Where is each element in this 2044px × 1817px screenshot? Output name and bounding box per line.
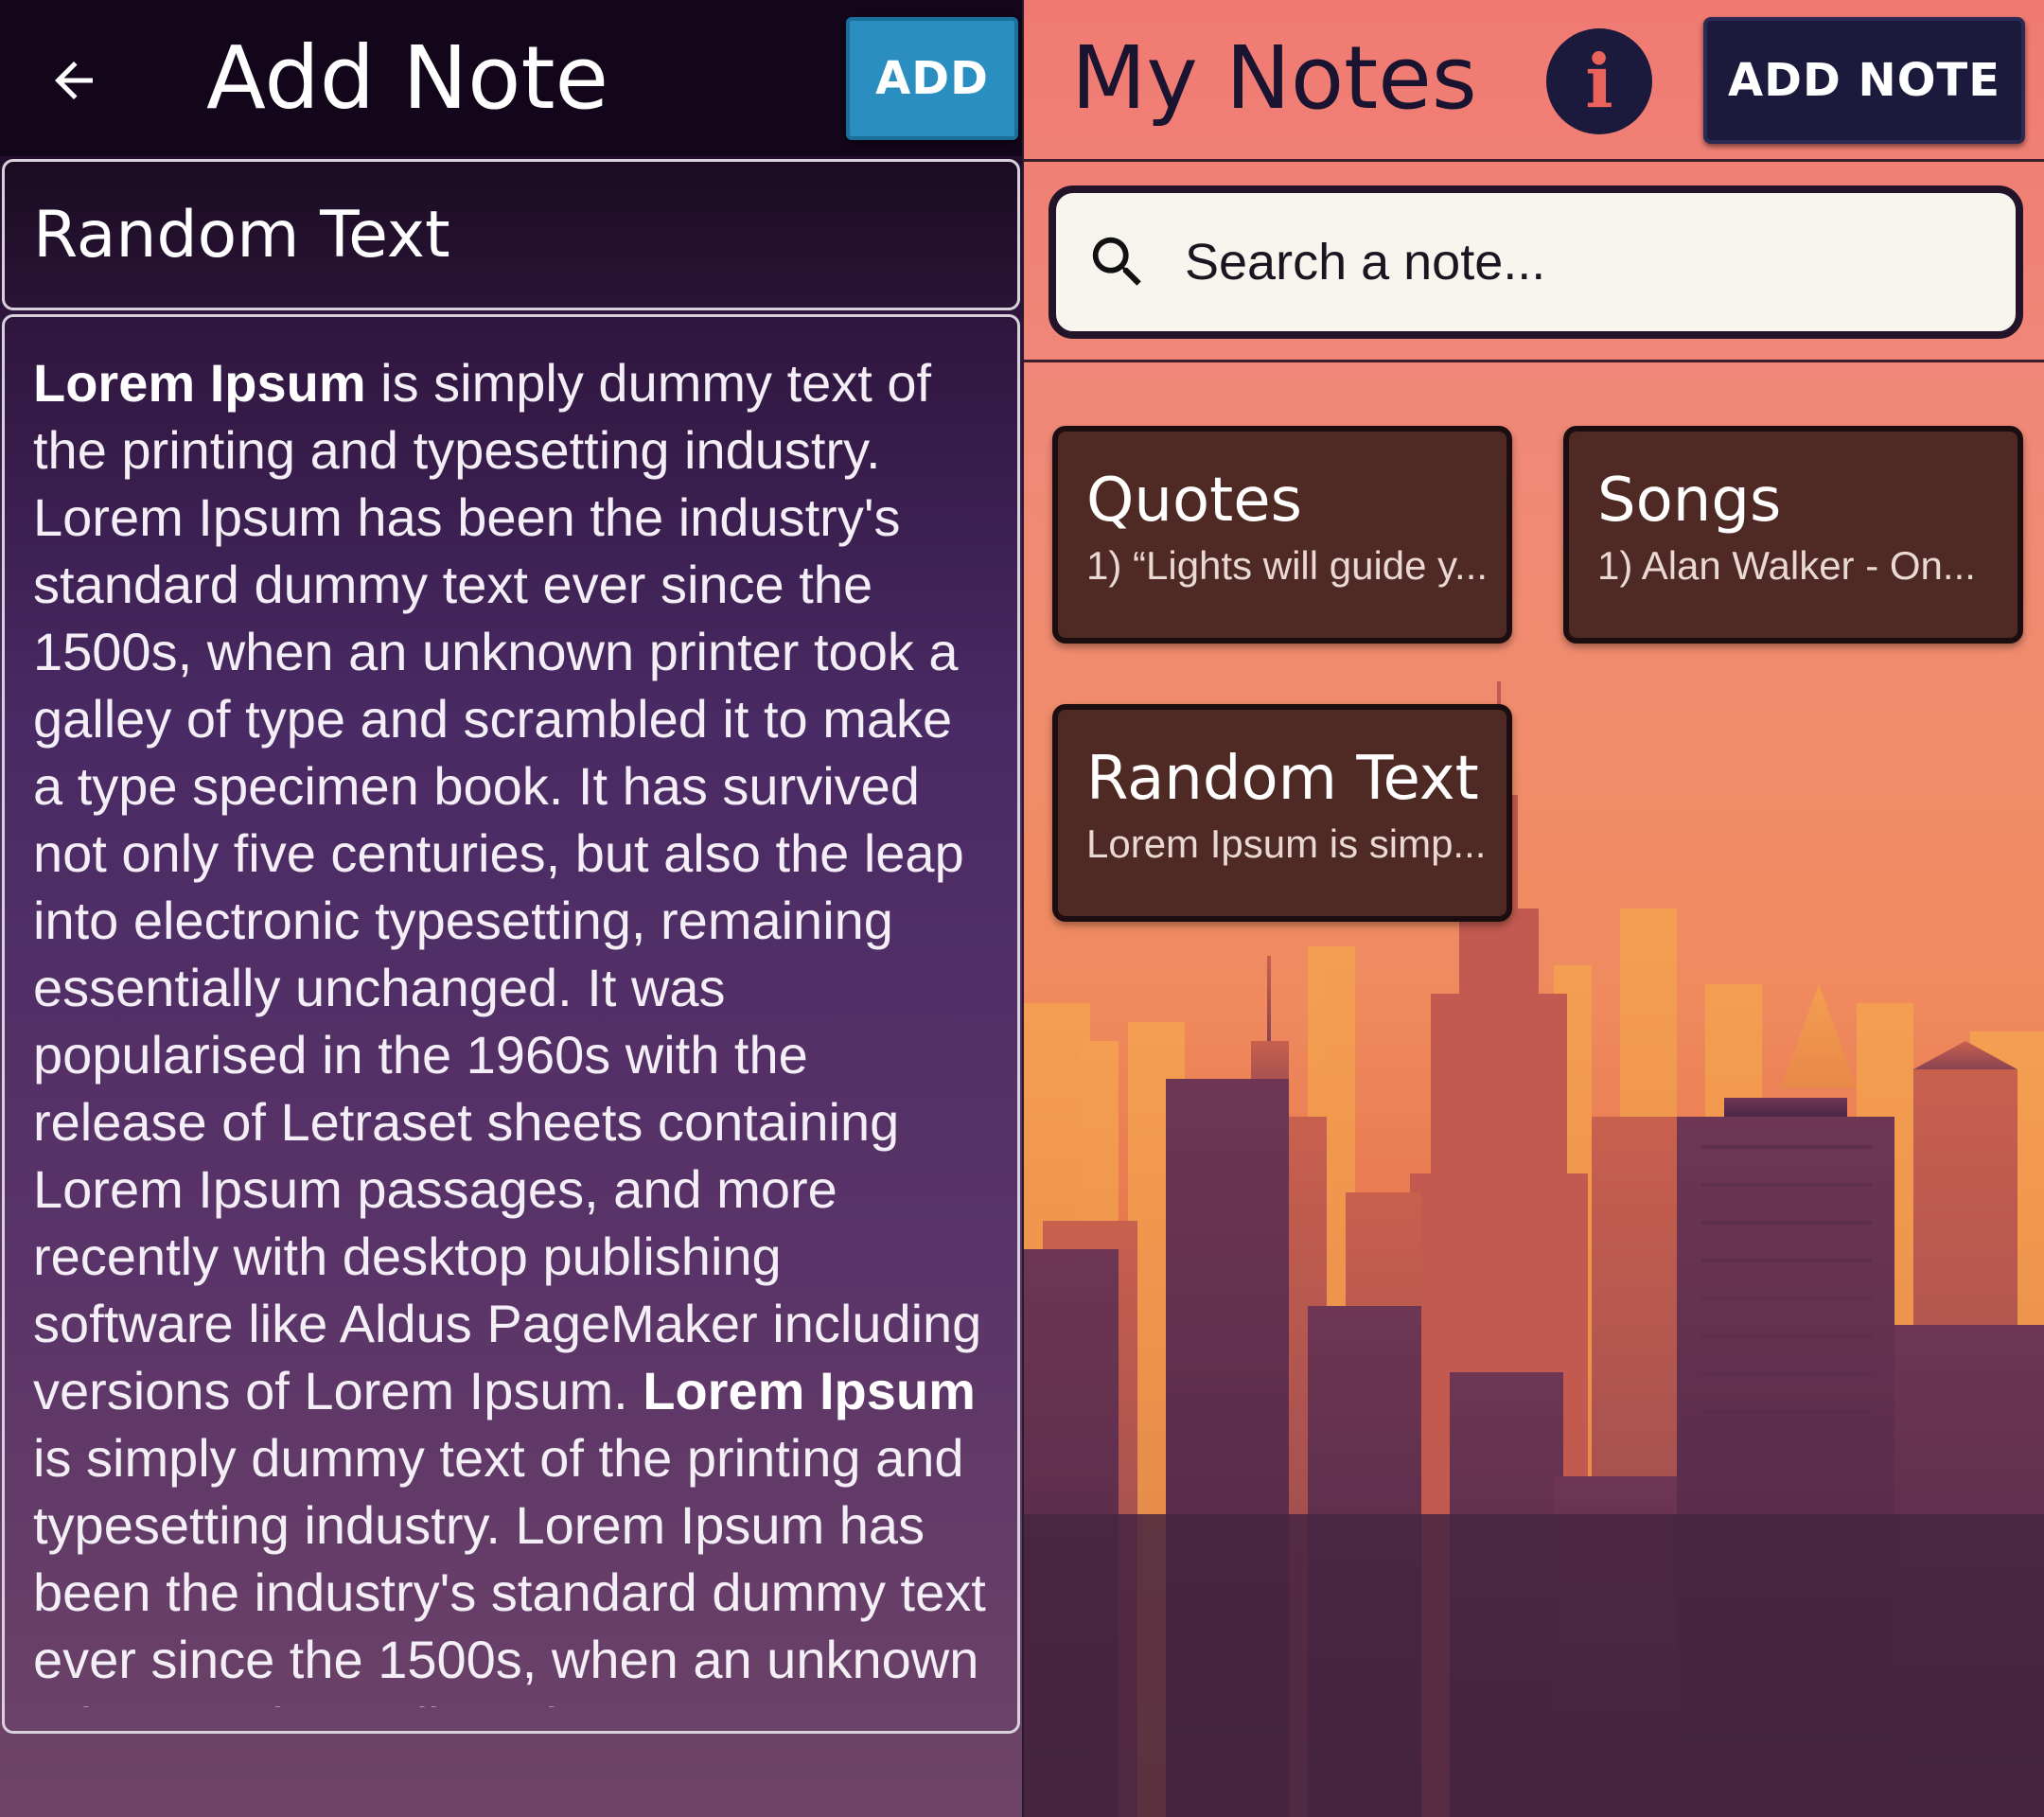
note-card-random-text[interactable]: Random Text Lorem Ipsum is simp...	[1052, 704, 1512, 922]
note-title: Songs	[1597, 466, 1782, 536]
page-title: My Notes	[1071, 27, 1477, 129]
search-input[interactable]	[1185, 233, 1942, 291]
page-title: Add Note	[206, 27, 609, 129]
note-body-rest: is simply dummy text of the printing and…	[33, 353, 982, 1420]
search-bar[interactable]	[1048, 185, 2023, 339]
back-button[interactable]	[36, 38, 112, 123]
add-note-screen: Add Note ADD Lorem Ipsum is simply dummy…	[0, 0, 1022, 1817]
note-title: Random Text	[1086, 744, 1479, 814]
note-title: Quotes	[1086, 466, 1302, 536]
note-body-emphasis-2: Lorem Ipsum	[643, 1361, 976, 1420]
search-icon	[1092, 237, 1141, 286]
add-note-button[interactable]: ADD NOTE	[1703, 17, 2025, 144]
note-title-field[interactable]	[2, 159, 1020, 310]
add-button[interactable]: ADD	[846, 17, 1018, 140]
note-preview: 1) Alan Walker - On...	[1597, 543, 1976, 588]
my-notes-screen: My Notes i ADD NOTE Quotes 1) “Lights wi…	[1022, 0, 2044, 1817]
info-button[interactable]: i	[1546, 28, 1652, 134]
header-divider	[1024, 159, 2044, 162]
arrow-left-icon	[55, 62, 93, 99]
note-card-quotes[interactable]: Quotes 1) “Lights will guide y...	[1052, 426, 1512, 644]
info-icon: i	[1585, 38, 1613, 125]
note-body-emphasis: Lorem Ipsum	[33, 353, 366, 413]
note-body-field[interactable]: Lorem Ipsum is simply dummy text of the …	[2, 314, 1020, 1734]
note-preview: 1) “Lights will guide y...	[1086, 543, 1489, 588]
note-body-text: Lorem Ipsum is simply dummy text of the …	[33, 349, 991, 1707]
search-divider	[1024, 360, 2044, 362]
note-card-songs[interactable]: Songs 1) Alan Walker - On...	[1563, 426, 2023, 644]
note-preview: Lorem Ipsum is simp...	[1086, 821, 1487, 866]
note-body-rest-2: is simply dummy text of the printing and…	[33, 1428, 986, 1707]
